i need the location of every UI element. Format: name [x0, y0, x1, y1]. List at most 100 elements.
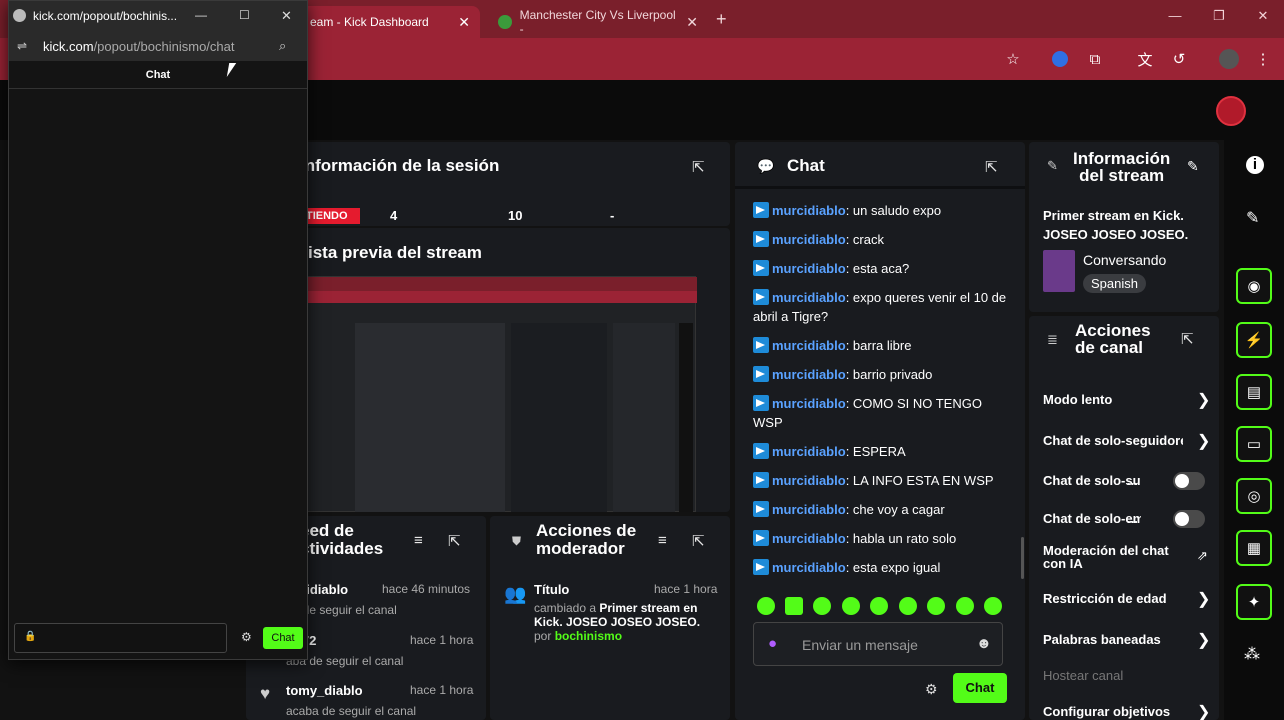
emote-icon[interactable] [927, 597, 945, 615]
minimize-button[interactable]: — [195, 8, 207, 22]
info-title: Información del stream [1073, 149, 1171, 185]
emote-icon[interactable] [757, 597, 775, 615]
host-channel-row[interactable]: Hostear canal [1043, 668, 1193, 683]
filter-icon[interactable]: ≡ [658, 532, 667, 549]
chevron-right-icon[interactable]: ❯ [1197, 630, 1210, 650]
subs-only-toggle[interactable] [1173, 472, 1205, 490]
dots-icon[interactable]: ⁂ [1244, 644, 1260, 664]
shield-icon: ⛊ [512, 534, 522, 548]
settings-gear-icon[interactable]: ⚙ [241, 630, 252, 644]
soccer-ball-icon [498, 15, 512, 29]
stream-preview-video[interactable] [300, 276, 697, 512]
history-icon[interactable]: ↺ [1168, 48, 1190, 70]
edit-icon[interactable]: ✎ [1187, 158, 1199, 175]
chat-message: murcidiablo: un saludo expo [753, 201, 1013, 220]
popup-url[interactable]: kick.com/popout/bochinismo/chat [43, 39, 235, 54]
chat-scrollbar[interactable] [1021, 537, 1024, 579]
followers-only-row[interactable]: Chat de solo-seguidores [1043, 433, 1183, 448]
goals-row[interactable]: Configurar objetivos [1043, 704, 1193, 719]
external-link-icon[interactable]: ⇗ [1197, 548, 1208, 564]
close-icon[interactable]: ✕ [686, 14, 698, 31]
emote-icon[interactable] [785, 597, 803, 615]
site-settings-icon[interactable]: ⇌ [17, 39, 27, 53]
edit-icon[interactable]: ✎ [1246, 208, 1259, 228]
category-name[interactable]: Conversando [1083, 252, 1166, 268]
duration-stat: - [610, 208, 615, 223]
settings-gear-icon[interactable]: ⚙ [925, 681, 938, 698]
emote-icon[interactable] [899, 597, 917, 615]
chat-input[interactable]: ● Enviar un mensaje ☻ [753, 622, 1003, 666]
slow-mode-row[interactable]: Modo lento [1043, 392, 1193, 407]
close-icon[interactable]: ✕ [458, 14, 470, 31]
chevron-right-icon[interactable]: ❯ [1197, 431, 1210, 451]
stream-info-panel: ✎ Información del stream ✎ Primer stream… [1029, 142, 1219, 312]
tab-kick-dashboard[interactable]: eam - Kick Dashboard ✕ [300, 6, 480, 38]
chat-send-button[interactable]: Chat [953, 673, 1007, 703]
chat-message: murcidiablo: expo queres venir el 10 de … [753, 289, 1007, 324]
emote-icon[interactable] [870, 597, 888, 615]
expand-icon[interactable]: ⇱ [448, 532, 461, 550]
emotes-only-toggle[interactable] [1173, 510, 1205, 528]
microphone-icon[interactable]: ● [768, 635, 777, 652]
expand-icon[interactable]: ⇱ [1181, 330, 1194, 348]
preview-address-bar [301, 291, 697, 303]
document-icon[interactable]: ▤ [1236, 374, 1272, 410]
sliders-icon: ≣ [1047, 332, 1058, 347]
camera-icon[interactable]: ◉ [1236, 268, 1272, 304]
popup-chat-header: Chat [9, 61, 307, 89]
viewers-stat: 4 [390, 208, 398, 223]
kebab-menu-icon[interactable]: ⋮ [1252, 48, 1274, 70]
kick-badge-icon [753, 559, 769, 575]
session-panel: Información de la sesión ⇱ TIENDO 4 10 - [300, 142, 730, 226]
star-icon[interactable]: ☆ [1002, 48, 1024, 70]
ai-moderation-row[interactable]: Moderación del chat con IA [1043, 544, 1183, 570]
tab-manchester-city[interactable]: Manchester City Vs Liverpool - ✕ [488, 6, 708, 38]
ellipsis: ... [1127, 473, 1138, 488]
chevron-right-icon[interactable]: ❯ [1197, 702, 1210, 720]
puzzle-icon[interactable]: ⧉ [1084, 48, 1106, 70]
category-thumbnail[interactable] [1043, 250, 1075, 292]
user-avatar[interactable] [1216, 96, 1246, 126]
emote-icon[interactable] [956, 597, 974, 615]
profile-avatar-icon[interactable] [1218, 48, 1240, 70]
layout-icon[interactable]: ▦ [1236, 530, 1272, 566]
close-window-button[interactable]: ✕ [1248, 8, 1278, 24]
expand-icon[interactable]: ⇱ [985, 158, 998, 176]
users-icon: 👥 [504, 584, 527, 604]
emote-icon[interactable] [984, 597, 1002, 615]
translate-icon[interactable]: 文 [1134, 48, 1156, 70]
banned-words-row[interactable]: Palabras baneadas [1043, 632, 1193, 647]
kick-badge-icon [753, 472, 769, 488]
mod-item-label: Título [534, 582, 570, 597]
new-tab-button[interactable]: + [716, 9, 727, 30]
chevron-right-icon[interactable]: ❯ [1197, 390, 1210, 410]
chat-panel: 💬 Chat ⇱ murcidiablo: un saludo expo mur… [735, 142, 1025, 720]
feed-item: urcidiablo hace 46 minutos ba de seguir … [286, 582, 471, 617]
minimize-button[interactable]: — [1160, 8, 1190, 23]
popup-chat-input[interactable]: 🔒 [14, 623, 227, 653]
maximize-button[interactable]: ❐ [1204, 8, 1234, 24]
age-restriction-row[interactable]: Restricción de edad [1043, 591, 1193, 606]
broadcast-icon[interactable]: ◎ [1236, 478, 1272, 514]
chevron-right-icon[interactable]: ❯ [1197, 589, 1210, 609]
lightning-icon[interactable]: ⚡ [1236, 322, 1272, 358]
preview-session-block [355, 323, 505, 512]
wrench-icon[interactable]: ✦ [1236, 584, 1272, 620]
filter-icon[interactable]: ≡ [414, 532, 423, 549]
emote-icon[interactable] [813, 597, 831, 615]
ellipsis: ... [1127, 511, 1138, 526]
popup-titlebar: kick.com/popout/bochinis... — ☐ ✕ [9, 1, 307, 31]
kick-badge-icon [753, 443, 769, 459]
search-icon[interactable]: ⌕ [279, 38, 286, 54]
emoji-icon[interactable]: ☻ [976, 635, 992, 652]
chat-icon[interactable]: ▭ [1236, 426, 1272, 462]
info-icon[interactable]: i [1246, 156, 1264, 174]
close-window-button[interactable]: ✕ [281, 8, 292, 24]
emote-icon[interactable] [842, 597, 860, 615]
extension-blue-icon[interactable] [1049, 48, 1071, 70]
expand-icon[interactable]: ⇱ [692, 158, 705, 176]
popup-chat-send-button[interactable]: Chat [263, 627, 303, 649]
preview-chat-block [511, 323, 607, 512]
maximize-button[interactable]: ☐ [239, 8, 250, 22]
expand-icon[interactable]: ⇱ [692, 532, 705, 550]
